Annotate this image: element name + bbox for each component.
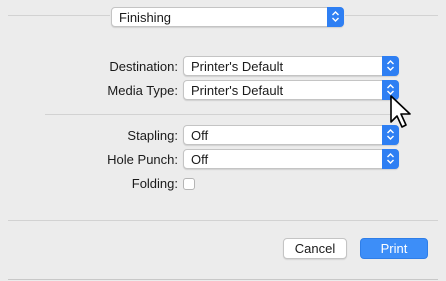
- media-type-popup[interactable]: Printer's Default: [183, 80, 399, 100]
- hole-punch-popup[interactable]: Off: [183, 149, 399, 169]
- mouse-pointer-icon: [390, 95, 411, 128]
- popup-chevron-icon: [382, 56, 399, 76]
- section-separator: [45, 114, 400, 115]
- top-separator-right: [345, 15, 438, 16]
- hole-punch-value: Off: [191, 152, 209, 167]
- stapling-label: Stapling:: [127, 128, 178, 143]
- media-type-value: Printer's Default: [191, 83, 284, 98]
- hole-punch-label: Hole Punch:: [107, 152, 178, 167]
- section-popup-value: Finishing: [119, 10, 172, 25]
- folding-label: Folding:: [131, 176, 178, 191]
- window-bottom-edge: [8, 279, 438, 280]
- stapling-popup[interactable]: Off: [183, 125, 399, 145]
- section-popup[interactable]: Finishing: [111, 7, 344, 27]
- bottom-separator: [8, 220, 438, 221]
- cancel-button[interactable]: Cancel: [283, 238, 347, 259]
- folding-checkbox[interactable]: [183, 178, 195, 190]
- destination-label: Destination:: [109, 59, 178, 74]
- stapling-value: Off: [191, 128, 209, 143]
- top-separator-left: [8, 15, 110, 16]
- print-button[interactable]: Print: [360, 238, 428, 259]
- media-type-label: Media Type:: [107, 83, 178, 98]
- popup-chevron-icon: [382, 149, 399, 169]
- destination-popup[interactable]: Printer's Default: [183, 56, 399, 76]
- popup-chevron-icon: [327, 7, 344, 27]
- destination-value: Printer's Default: [191, 59, 284, 74]
